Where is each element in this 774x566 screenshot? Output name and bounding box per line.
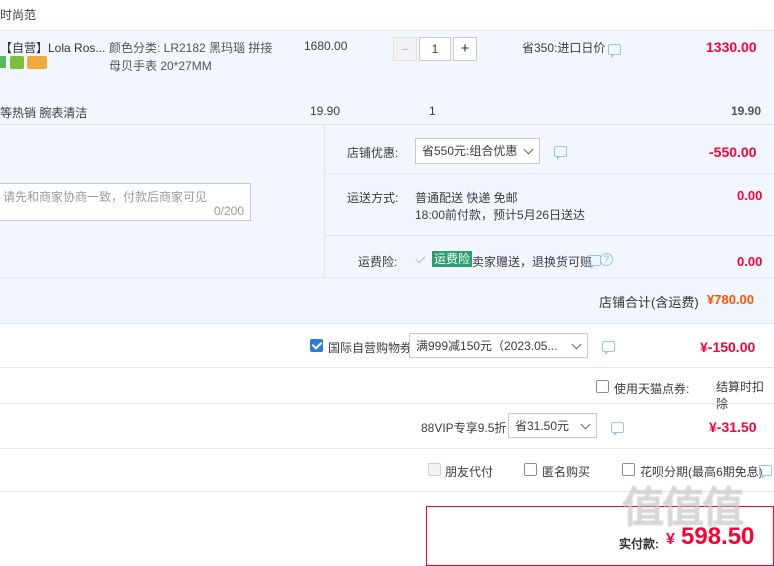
item-title[interactable]: 【自营】Lola Ros... <box>0 39 105 56</box>
anonymous-checkbox[interactable] <box>524 463 537 476</box>
vip-select[interactable]: 省31.50元 <box>508 413 597 438</box>
insurance-text: 卖家赠送，退换货可赔 <box>472 255 593 269</box>
badge-green-icon <box>0 56 6 68</box>
chevron-down-icon <box>580 419 591 430</box>
shipping-method: 普通配送 快递 免邮 <box>415 191 518 205</box>
item-promo: 省350:进口日价 <box>522 41 606 55</box>
friend-pay-label: 朋友代付 <box>445 465 494 479</box>
shop-name-fragment: 时尚范 <box>0 8 37 22</box>
watermark-logo: 值值值 <box>622 484 744 531</box>
qty-plus-label: + <box>460 40 470 57</box>
note-placeholder: 请先和商家协商一致，付款后商家可见 <box>3 190 208 204</box>
header-bar <box>0 0 774 30</box>
item-subtotal: 1330.00 <box>706 39 757 55</box>
shipping-amount: 0.00 <box>737 188 763 203</box>
item-unit-price: 1680.00 <box>304 39 348 53</box>
message-icon[interactable] <box>554 146 567 160</box>
divider <box>0 277 774 278</box>
coupon-select[interactable]: 满999减150元（2023.05... <box>409 333 588 358</box>
shipping-label: 运送方式: <box>347 191 399 205</box>
vip-option: 省31.50元 <box>515 419 570 433</box>
qty-value: 1 <box>431 42 439 56</box>
qty-plus-button[interactable]: + <box>453 37 477 61</box>
message-icon[interactable] <box>602 341 615 355</box>
help-icon[interactable]: ? <box>600 253 613 266</box>
item-subtotal: 19.90 <box>731 104 762 118</box>
divider <box>0 403 774 404</box>
insurance-badge: 运费险 <box>432 251 473 267</box>
qty-minus-button[interactable]: − <box>393 37 417 61</box>
chevron-down-icon <box>523 144 534 155</box>
buyer-note-textarea[interactable]: 请先和商家协商一致，付款后商家可见 0/200 <box>0 183 251 221</box>
friend-pay-checkbox[interactable] <box>428 463 441 476</box>
chevron-down-icon <box>571 339 582 350</box>
item-spec-line2: 母贝手表 20*27MM <box>109 59 212 73</box>
shipping-eta: 18:00前付款，预计5月26日送达 <box>415 208 586 222</box>
insurance-label: 运费险: <box>358 255 398 269</box>
item-title[interactable]: 等热销 腕表清洁 <box>0 104 87 121</box>
store-discount-label: 店铺优惠: <box>347 146 399 160</box>
divider <box>324 125 325 277</box>
insurance-amount: 0.00 <box>737 254 763 269</box>
vip-amount: ¥-31.50 <box>709 419 757 435</box>
badge-android-icon <box>10 56 24 69</box>
coupon-option: 满999减150元（2023.05... <box>416 339 558 353</box>
item-unit-price: 19.90 <box>310 104 341 118</box>
coupon-label: 国际自营购物券 <box>328 341 413 355</box>
message-icon[interactable] <box>608 44 621 58</box>
store-discount-amount: -550.00 <box>709 144 757 160</box>
divider <box>324 173 774 174</box>
payment-label: 实付款: <box>619 537 659 551</box>
coupon-amount: ¥-150.00 <box>700 339 756 355</box>
tmall-points-note: 结算时扣除 <box>716 380 765 411</box>
divider <box>0 448 774 449</box>
anonymous-label: 匿名购买 <box>542 465 591 479</box>
message-icon[interactable] <box>759 465 772 479</box>
tmall-points-checkbox[interactable] <box>596 380 609 393</box>
badge-card-icon <box>27 56 47 69</box>
note-counter: 0/200 <box>213 204 244 218</box>
item-spec-line1: 颜色分类: LR2182 黑玛瑙 拼接 <box>109 41 273 55</box>
store-total-amount: ¥780.00 <box>707 292 754 307</box>
store-discount-select[interactable]: 省550元:组合优惠 <box>415 138 540 164</box>
item-quantity: 1 <box>429 104 436 118</box>
store-discount-option: 省550元:组合优惠 <box>422 144 518 158</box>
vip-label: 88VIP专享9.5折 <box>421 421 507 435</box>
divider <box>0 367 774 368</box>
divider <box>324 235 774 236</box>
tmall-points-label: 使用天猫点券: <box>614 382 690 396</box>
store-total-label: 店铺合计(含运费) <box>599 295 699 310</box>
qty-minus-label: − <box>400 41 410 57</box>
qty-input[interactable]: 1 <box>419 37 451 61</box>
coupon-checkbox[interactable] <box>310 339 323 352</box>
message-icon[interactable] <box>611 422 624 436</box>
divider <box>0 323 774 324</box>
message-icon[interactable] <box>588 255 601 269</box>
